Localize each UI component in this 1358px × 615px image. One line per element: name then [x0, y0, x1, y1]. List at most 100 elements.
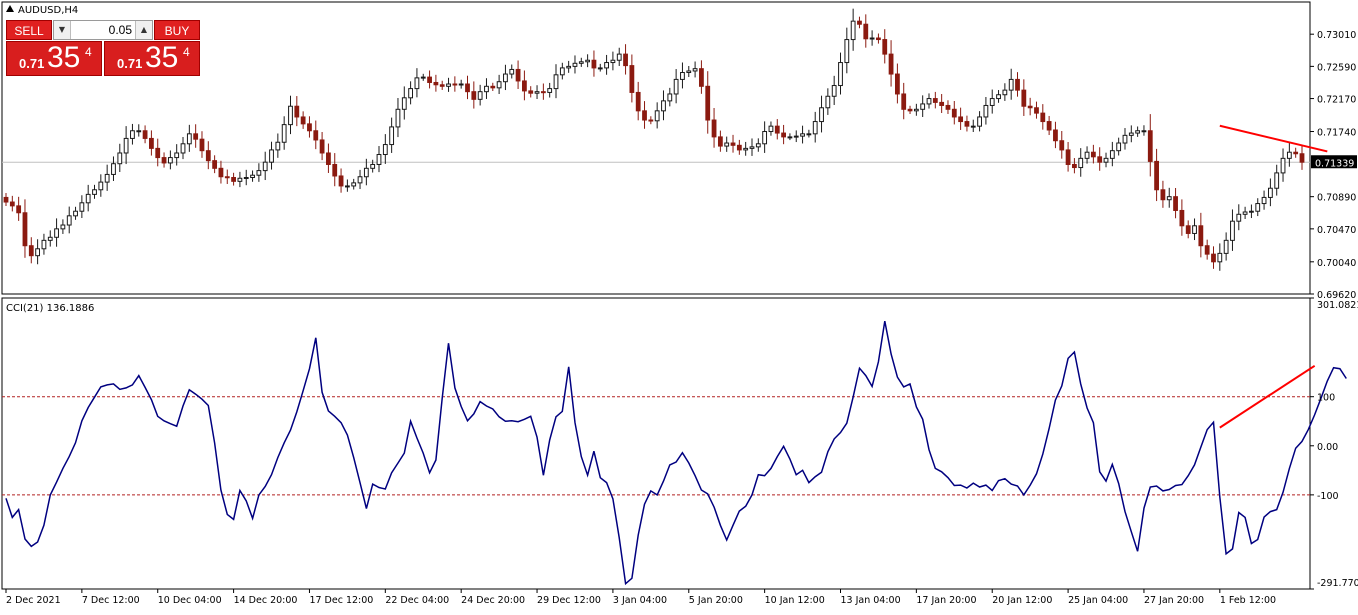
- candle-body: [724, 142, 730, 147]
- lot-dropdown-icon[interactable]: ▼: [54, 21, 71, 39]
- candle: [661, 90, 666, 121]
- candle-body: [850, 20, 856, 41]
- candle: [117, 143, 123, 173]
- candle: [1286, 142, 1292, 167]
- candle-body: [901, 93, 907, 110]
- candle: [996, 90, 1001, 103]
- candle: [932, 91, 938, 109]
- candle: [642, 101, 647, 129]
- candle-body: [825, 95, 831, 109]
- candle: [351, 178, 357, 190]
- candle: [534, 85, 540, 100]
- candle: [1173, 187, 1178, 219]
- candle: [136, 124, 142, 137]
- sell-price-button[interactable]: 0.71 35 4: [6, 41, 102, 76]
- candle-body: [41, 239, 47, 250]
- candle: [623, 44, 628, 75]
- candle-body: [73, 210, 78, 217]
- candle-body: [294, 105, 300, 118]
- sell-button[interactable]: SELL: [6, 20, 52, 40]
- candle: [1230, 209, 1235, 251]
- candle: [395, 98, 401, 138]
- candle: [1211, 246, 1216, 269]
- candle-body: [218, 167, 224, 178]
- candle: [825, 88, 831, 115]
- candle-body: [711, 119, 717, 138]
- lot-size-field[interactable]: ▼ 0.05 ▲: [53, 20, 153, 40]
- candle: [762, 121, 768, 153]
- lot-increase-icon[interactable]: ▲: [135, 21, 152, 39]
- candle-body: [237, 177, 243, 182]
- sell-price-prefix: 0.71: [19, 56, 45, 71]
- candle-body: [1103, 157, 1109, 163]
- candle: [199, 131, 205, 158]
- candle-body: [1274, 172, 1280, 189]
- candle-body: [300, 116, 306, 125]
- candle-body: [1097, 156, 1103, 163]
- candle-body: [1021, 89, 1027, 107]
- candle: [47, 230, 53, 247]
- candle-body: [1230, 220, 1235, 241]
- candle-body: [92, 189, 97, 195]
- candle: [370, 159, 376, 173]
- price-tick-label: 0.70890: [1317, 193, 1356, 204]
- candle: [1166, 187, 1172, 208]
- candle-body: [661, 100, 666, 112]
- candle: [294, 96, 300, 127]
- buy-price-button[interactable]: 0.71 35 4: [104, 41, 200, 76]
- candle: [540, 83, 546, 100]
- candle: [376, 146, 382, 173]
- time-tick-label: 2 Dec 2021: [6, 595, 61, 606]
- candle: [768, 121, 774, 136]
- candle: [970, 119, 976, 132]
- chart-canvas[interactable]: 0.73010 0.72590 0.72170 0.71740 0.71339 0.708…: [0, 0, 1358, 611]
- cci-tick-label: 0.00: [1317, 442, 1338, 453]
- candle: [692, 61, 698, 78]
- candle-body: [370, 163, 376, 169]
- lot-size-input[interactable]: 0.05: [70, 21, 136, 39]
- candle-body: [1236, 213, 1242, 222]
- candle-body: [648, 119, 654, 122]
- candle: [1299, 145, 1305, 170]
- candle-body: [484, 85, 489, 93]
- candle: [673, 69, 679, 104]
- current-price-label: 0.71339: [1315, 158, 1354, 169]
- candle-body: [749, 146, 755, 149]
- candle-body: [389, 126, 395, 146]
- candle: [3, 192, 9, 207]
- chart-window[interactable]: 0.73010 0.72590 0.72170 0.71740 0.71339 0.708…: [0, 0, 1358, 611]
- time-tick-label: 10 Jan 12:00: [765, 595, 825, 606]
- buy-button[interactable]: BUY: [154, 20, 200, 40]
- candle-body: [1204, 245, 1210, 255]
- candle-body: [212, 160, 218, 169]
- candle: [1046, 115, 1052, 136]
- time-tick-label: 27 Jan 20:00: [1144, 595, 1204, 606]
- candle-body: [547, 88, 553, 93]
- candle-body: [699, 68, 704, 87]
- candle-body: [161, 157, 167, 164]
- candle: [736, 139, 742, 155]
- candle-body: [439, 84, 445, 87]
- candle: [420, 73, 426, 81]
- candle-body: [79, 202, 85, 212]
- candle-body: [1242, 211, 1248, 215]
- candle: [547, 82, 553, 98]
- candle: [528, 86, 534, 98]
- candle-body: [420, 76, 426, 79]
- candle-body: [471, 91, 477, 100]
- candle-body: [857, 20, 862, 25]
- candle: [920, 95, 926, 118]
- candle: [186, 124, 192, 152]
- candle-body: [686, 70, 692, 74]
- time-tick-label: 10 Dec 04:00: [158, 595, 222, 606]
- candle: [401, 86, 407, 120]
- candle-body: [205, 150, 211, 162]
- candle-body: [528, 90, 534, 94]
- candle-body: [262, 161, 268, 172]
- candle: [1154, 148, 1159, 202]
- candle: [559, 62, 565, 80]
- candle: [98, 174, 104, 197]
- time-tick-label: 17 Jan 20:00: [916, 595, 976, 606]
- candle-body: [667, 93, 673, 102]
- candle-body: [597, 67, 603, 70]
